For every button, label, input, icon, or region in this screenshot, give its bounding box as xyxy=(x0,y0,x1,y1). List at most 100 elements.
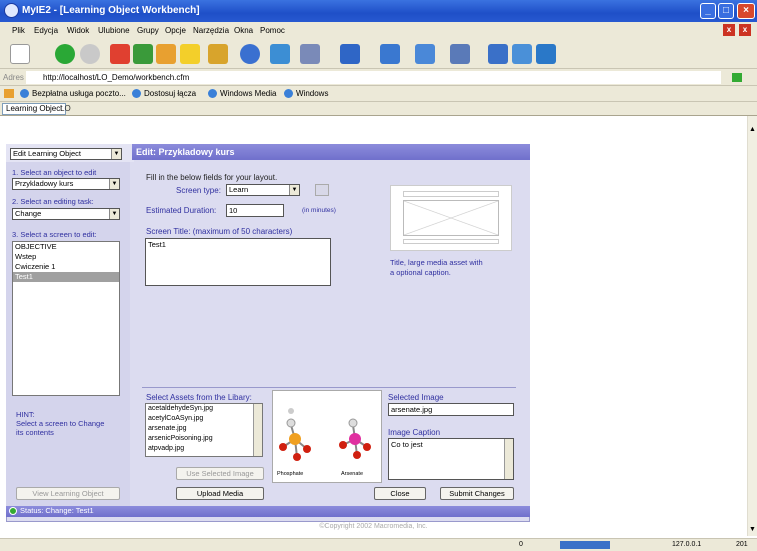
image-caption-label: Image Caption xyxy=(388,428,441,437)
screen-title-input[interactable]: Test1 xyxy=(145,238,331,286)
address-input[interactable]: http://localhost/LO_Demo/workbench.cfm xyxy=(26,71,721,84)
ie-link-icon xyxy=(20,89,29,99)
layout-caption-1: Title, large media asset with xyxy=(390,258,483,267)
list-item[interactable]: OBJECTIVE xyxy=(13,242,119,252)
window-icon[interactable] xyxy=(270,44,290,64)
link-item[interactable]: Dostosuj łącza xyxy=(132,89,196,99)
tab-learning-object[interactable]: Learning Object xyxy=(2,103,67,115)
cascade-icon[interactable] xyxy=(380,44,400,64)
list-item[interactable]: acetylCoASyn.jpg xyxy=(146,414,262,424)
list-item[interactable]: Wstep xyxy=(13,252,119,262)
close-window-button[interactable]: × xyxy=(737,3,755,19)
close-doc-icon[interactable]: x xyxy=(739,24,751,36)
duration-input[interactable]: 10 xyxy=(226,204,284,217)
groups-icon[interactable] xyxy=(208,44,228,64)
address-label: Adres xyxy=(3,73,24,82)
new-page-icon[interactable] xyxy=(10,44,30,64)
assets-label: Select Assets from the Libary: xyxy=(146,393,252,402)
link-item[interactable]: Bezpłatna usługa poczto... xyxy=(20,89,126,99)
status-ip: 127.0.0.1 xyxy=(672,541,702,548)
status-icon xyxy=(9,507,17,515)
refresh-icon[interactable] xyxy=(133,44,153,64)
editor-header: Edit: Przykladowy kurs xyxy=(132,144,530,160)
menu-narzedzia[interactable]: Narzędzia xyxy=(193,26,229,35)
restore-icon[interactable]: x xyxy=(723,24,735,36)
list-item[interactable]: arsenate.jpg xyxy=(146,424,262,434)
links-bar: Bezpłatna usługa poczto... Dostosuj łącz… xyxy=(0,86,757,102)
menu-bar: Plik Edycja Widok Ulubione Grupy Opcje N… xyxy=(0,22,757,39)
window-title: MyIE2 - [Learning Object Workbench] xyxy=(22,5,200,16)
duration-label: Estimated Duration: xyxy=(146,206,217,215)
caption-scrollbar[interactable] xyxy=(504,439,513,479)
scroll-down-icon[interactable]: ▼ xyxy=(749,526,756,533)
favorites-icon[interactable] xyxy=(180,44,200,64)
screen-type-select[interactable]: Learn ▼ xyxy=(226,184,300,196)
ie-icon[interactable] xyxy=(240,44,260,64)
list-item[interactable]: acetaldehydeSyn.jpg xyxy=(146,404,262,414)
menu-widok[interactable]: Widok xyxy=(67,26,89,35)
address-bar: Adres http://localhost/LO_Demo/workbench… xyxy=(0,69,757,86)
list-item[interactable]: arsenicPoisoning.jpg xyxy=(146,434,262,444)
view-learning-object-button[interactable]: View Learning Object xyxy=(16,487,120,500)
selected-image-label: Selected Image xyxy=(388,393,444,402)
home-icon[interactable] xyxy=(156,44,176,64)
window-titlebar: MyIE2 - [Learning Object Workbench] _ □ … xyxy=(0,0,757,22)
link-item[interactable]: Windows Media xyxy=(208,89,276,99)
forward-icon[interactable] xyxy=(80,44,100,64)
tile-icon[interactable] xyxy=(340,44,360,64)
mode-select[interactable]: Edit Learning Object ▼ xyxy=(10,148,122,160)
browser-statusbar: 0 127.0.0.1 201 xyxy=(0,538,757,551)
preview-label-left: Phosphate xyxy=(277,471,304,477)
links-folder-icon xyxy=(4,89,14,98)
selected-image-input[interactable]: arsenate.jpg xyxy=(388,403,514,416)
duration-unit: (in minutes) xyxy=(302,207,336,214)
app-status: Status: Change: Test1 xyxy=(6,506,530,517)
step1-label: 1. Select an object to edit xyxy=(12,168,97,177)
columns-icon[interactable] xyxy=(450,44,470,64)
asset-list-scrollbar[interactable] xyxy=(253,404,262,456)
object-select[interactable]: Przykladowy kurs ▼ xyxy=(12,178,120,190)
menu-grupy[interactable]: Grupy xyxy=(137,26,159,35)
status-count: 0 xyxy=(519,541,523,548)
maximize-button[interactable]: □ xyxy=(718,3,734,19)
toolbar xyxy=(0,39,757,69)
layout-caption-2: a optional caption. xyxy=(390,268,451,277)
task-select[interactable]: Change ▼ xyxy=(12,208,120,220)
menu-pomoc[interactable]: Pomoc xyxy=(260,26,285,35)
submit-changes-button[interactable]: Submit Changes xyxy=(440,487,514,500)
menu-plik[interactable]: Plik xyxy=(12,26,25,35)
status-year: 201 xyxy=(736,541,748,548)
screen-list[interactable]: OBJECTIVE Wstep Cwiczenie 1 Test1 xyxy=(12,241,120,396)
asset-list[interactable]: acetaldehydeSyn.jpg acetylCoASyn.jpg ars… xyxy=(145,403,263,457)
proxy-icon[interactable] xyxy=(300,44,320,64)
tab-lo[interactable]: LO xyxy=(60,104,71,113)
vertical-scrollbar[interactable]: ▲ ▼ xyxy=(747,116,757,536)
minimize-button[interactable]: _ xyxy=(700,3,716,19)
list-item[interactable]: atpvadp.jpg xyxy=(146,444,262,454)
tools-icon[interactable] xyxy=(536,44,556,64)
image-caption-input[interactable]: Co to jest xyxy=(388,438,514,480)
instructions: Fill in the below fields for your layout… xyxy=(146,173,278,182)
use-selected-image-button[interactable]: Use Selected Image xyxy=(176,467,264,480)
divider xyxy=(142,387,516,388)
go-icon[interactable] xyxy=(732,73,742,82)
step2-label: 2. Select an editing task: xyxy=(12,197,94,206)
step3-label: 3. Select a screen to edit: xyxy=(12,230,97,239)
menu-okna[interactable]: Okna xyxy=(234,26,253,35)
panel-icon[interactable] xyxy=(488,44,508,64)
menu-edycja[interactable]: Edycja xyxy=(34,26,58,35)
list-item[interactable]: Cwiczenie 1 xyxy=(13,262,119,272)
stop-icon[interactable] xyxy=(110,44,130,64)
link-item[interactable]: Windows xyxy=(284,89,328,99)
menu-ulubione[interactable]: Ulubione xyxy=(98,26,130,35)
list-item-selected[interactable]: Test1 xyxy=(13,272,119,282)
upload-media-button[interactable]: Upload Media xyxy=(176,487,264,500)
preview-button[interactable] xyxy=(315,184,329,196)
close-button[interactable]: Close xyxy=(374,487,426,500)
edit-icon[interactable] xyxy=(512,44,532,64)
menu-opcje[interactable]: Opcje xyxy=(165,26,186,35)
scroll-up-icon[interactable]: ▲ xyxy=(749,126,756,133)
tabs-bar: Learning Object LO xyxy=(0,102,757,116)
grid-icon[interactable] xyxy=(415,44,435,64)
back-icon[interactable] xyxy=(55,44,75,64)
